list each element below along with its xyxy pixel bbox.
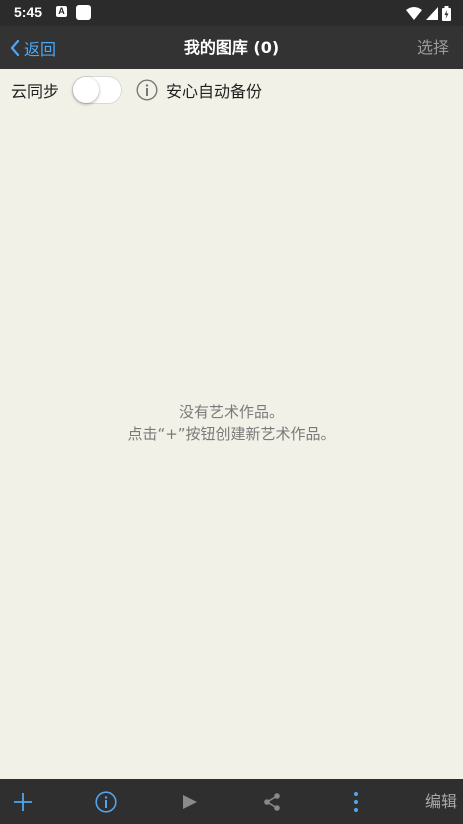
play-button[interactable] (175, 779, 205, 824)
empty-state-line-1: 没有艺术作品。 (178, 403, 284, 421)
more-button[interactable] (341, 779, 371, 824)
signal-icon (426, 6, 438, 20)
notification-square-icon (76, 5, 91, 20)
more-vertical-icon (354, 791, 358, 812)
app-root: 5:45 A 返回 我的图库 (0) 选择 云同步 安心自动备份 没有艺术作品。… (0, 0, 463, 824)
play-icon (183, 794, 197, 809)
back-button[interactable]: 返回 (10, 26, 56, 69)
info-button[interactable] (91, 779, 121, 824)
toggle-knob (73, 77, 100, 103)
cloud-sync-toggle[interactable] (72, 76, 123, 104)
auto-backup-label: 安心自动备份 (166, 82, 263, 101)
bottom-toolbar: 编辑 (0, 779, 463, 824)
wifi-icon (406, 6, 422, 20)
navigation-bar: 返回 我的图库 (0) 选择 (0, 26, 463, 69)
plus-icon (14, 792, 32, 811)
status-time: 5:45 (14, 4, 43, 20)
back-label: 返回 (24, 39, 57, 59)
empty-state-line-2: 点击“+”按钮创建新艺术作品。 (127, 425, 336, 443)
chevron-left-icon (10, 39, 20, 56)
cloud-sync-row: 云同步 安心自动备份 (0, 69, 463, 111)
add-button[interactable] (8, 779, 38, 824)
status-indicators (406, 5, 451, 21)
share-button[interactable] (257, 779, 287, 824)
empty-state-message: 没有艺术作品。 点击“+”按钮创建新艺术作品。 (0, 401, 463, 445)
page-title: 我的图库 (0) (183, 38, 280, 57)
info-circle-icon (95, 790, 117, 813)
edit-button[interactable]: 编辑 (425, 779, 457, 824)
status-bar: 5:45 A (0, 0, 463, 26)
cloud-sync-label: 云同步 (11, 82, 60, 101)
battery-icon (442, 5, 451, 21)
share-icon (264, 792, 280, 811)
select-button[interactable]: 选择 (417, 26, 449, 69)
info-icon[interactable] (136, 79, 158, 101)
notification-a-icon: A (56, 6, 67, 17)
